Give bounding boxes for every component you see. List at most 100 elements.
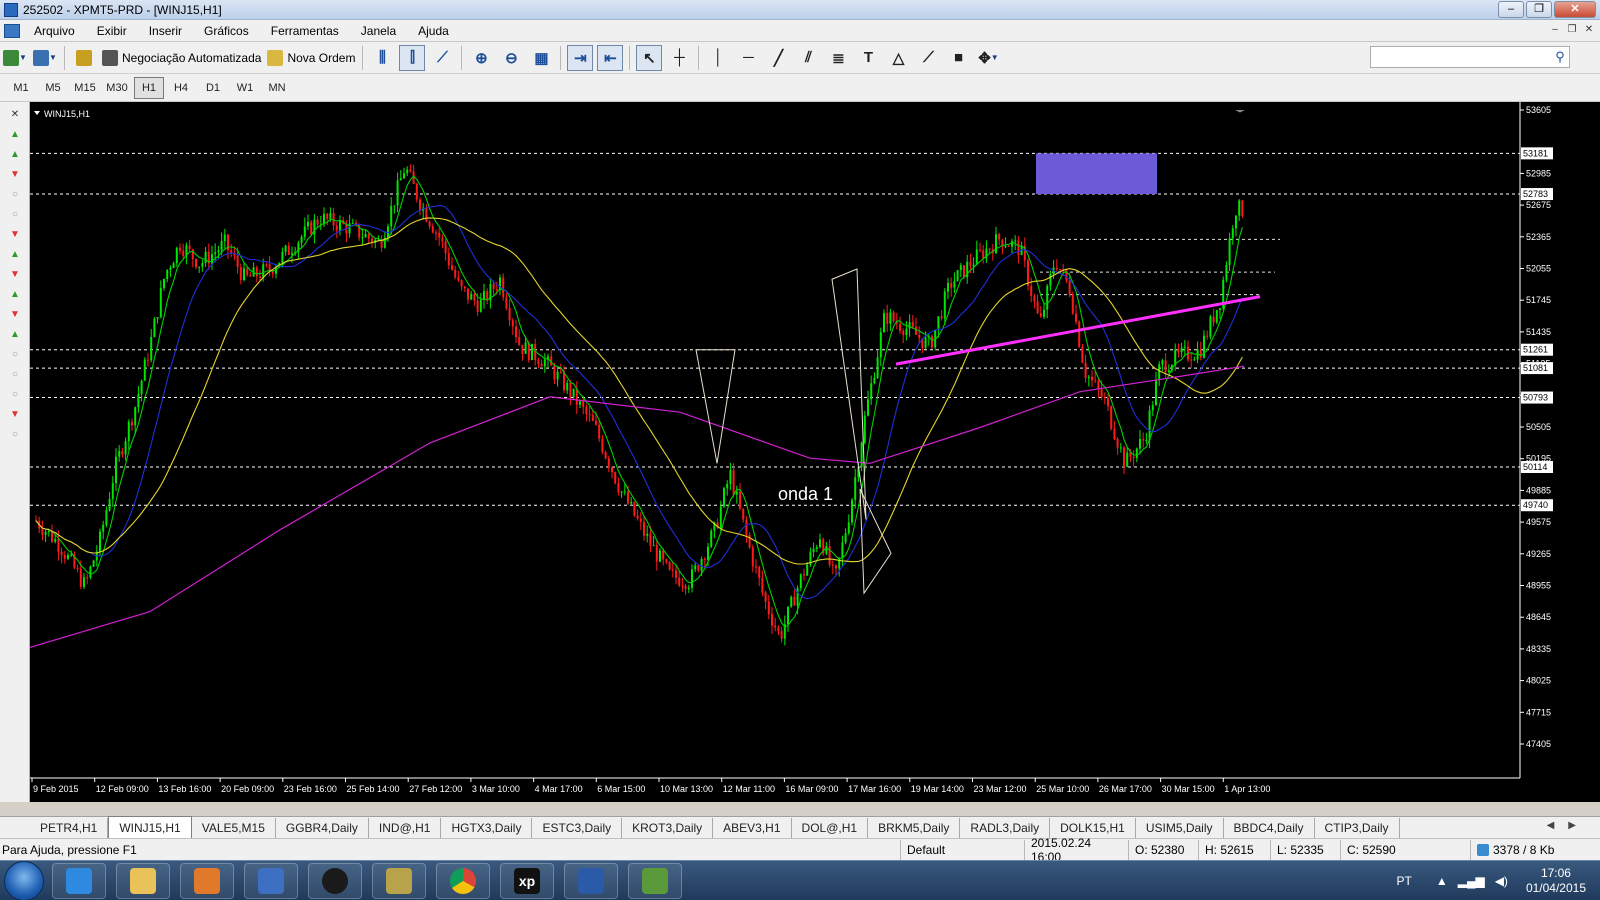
tab-krot3-daily[interactable]: KROT3,Daily	[622, 818, 714, 838]
clock[interactable]: 17:06 01/04/2015	[1526, 866, 1586, 896]
profiles-button[interactable]: ▼	[32, 45, 58, 71]
down-arrow-icon[interactable]: ▼	[8, 228, 22, 242]
restore-icon[interactable]: ❐	[1526, 1, 1552, 18]
network-icon[interactable]: ▂▄▆	[1458, 874, 1485, 888]
minimize-icon[interactable]: –	[1498, 1, 1524, 18]
mdi-close-icon[interactable]: ✕	[1582, 23, 1596, 37]
candle-chart-button[interactable]: ⫿	[399, 44, 426, 71]
price-chart[interactable]: onda 1 WINJ15,H1 53605 52985 52675 52365 520…	[30, 102, 1600, 802]
chart-document-icon[interactable]	[4, 23, 20, 38]
search-icon[interactable]: ⚲	[1551, 49, 1569, 65]
menu-exibir[interactable]: Exibir	[87, 24, 139, 38]
down-arrow-icon[interactable]: ▼	[8, 268, 22, 282]
target-zone-rectangle[interactable]	[1036, 153, 1157, 195]
down-arrow-icon[interactable]: ▼	[8, 308, 22, 322]
onda-annotation[interactable]: onda 1	[778, 484, 833, 504]
menu-graficos[interactable]: Gráficos	[194, 24, 261, 38]
tab-vale5-m15[interactable]: VALE5,M15	[192, 818, 276, 838]
timeframe-mn[interactable]: MN	[262, 77, 292, 99]
close-panel-icon[interactable]: ✕	[8, 108, 22, 122]
chart-shift-button[interactable]: ⇤	[597, 44, 624, 71]
zoom-in-button[interactable]: ⊕	[468, 45, 494, 71]
taskbar-word[interactable]	[564, 862, 618, 899]
taskbar-outlook[interactable]	[244, 862, 298, 899]
tab-scroll-arrows[interactable]: ◀▶	[1547, 820, 1590, 831]
cursor-button[interactable]: ↖	[636, 44, 663, 71]
tab-hgtx3-daily[interactable]: HGTX3,Daily	[441, 818, 533, 838]
search-input[interactable]	[1371, 48, 1551, 66]
taskbar-metatrader[interactable]	[628, 862, 682, 899]
neutral-dot-icon[interactable]: ○	[8, 208, 22, 222]
timeframe-m5[interactable]: M5	[38, 77, 68, 99]
fibo-fan-button[interactable]: ⟋	[915, 45, 941, 71]
tab-winj15-h1[interactable]: WINJ15,H1	[108, 816, 192, 838]
neutral-dot-icon[interactable]: ○	[8, 188, 22, 202]
menu-arquivo[interactable]: Arquivo	[24, 24, 87, 38]
zoom-out-button[interactable]: ⊖	[498, 45, 524, 71]
neutral-dot-icon[interactable]: ○	[8, 348, 22, 362]
menu-ajuda[interactable]: Ajuda	[408, 24, 461, 38]
rectangle-button[interactable]: ■	[945, 45, 971, 71]
new-order-button[interactable]: Nova Ordem	[266, 45, 356, 71]
menu-ferramentas[interactable]: Ferramentas	[261, 24, 351, 38]
timeframe-m1[interactable]: M1	[6, 77, 36, 99]
neutral-dot-icon[interactable]: ○	[8, 368, 22, 382]
vertical-line-button[interactable]: │	[705, 45, 731, 71]
timeframe-m30[interactable]: M30	[102, 77, 132, 99]
taskbar-xp[interactable]: xp	[500, 862, 554, 899]
taskbar-media-player[interactable]	[180, 862, 234, 899]
fibonacci-button[interactable]: ≣	[825, 45, 851, 71]
up-arrow-icon[interactable]: ▲	[8, 148, 22, 162]
market-watch-button[interactable]	[71, 45, 97, 71]
crosshair-button[interactable]: ┼	[666, 45, 692, 71]
mdi-minimize-icon[interactable]: –	[1548, 23, 1562, 37]
timeframe-d1[interactable]: D1	[198, 77, 228, 99]
timeframe-h4[interactable]: H4	[166, 77, 196, 99]
up-arrow-icon[interactable]: ▲	[8, 128, 22, 142]
language-indicator[interactable]: PT	[1397, 874, 1412, 888]
tray-expand-icon[interactable]: ▲	[1436, 874, 1448, 888]
auto-trading-button[interactable]: Negociação Automatizada	[101, 45, 262, 71]
tab-petr4-h1[interactable]: PETR4,H1	[30, 818, 109, 838]
channel-button[interactable]: ⫽	[795, 45, 821, 71]
auto-scroll-button[interactable]: ⇥	[567, 44, 594, 71]
timeframe-m15[interactable]: M15	[70, 77, 100, 99]
start-button[interactable]	[4, 860, 44, 900]
tab-estc3-daily[interactable]: ESTC3,Daily	[532, 818, 623, 838]
timeframe-w1[interactable]: W1	[230, 77, 260, 99]
taskbar-internet-explorer[interactable]	[52, 862, 106, 899]
chart-menu-icon[interactable]	[34, 111, 40, 115]
taskbar-archive[interactable]	[372, 862, 426, 899]
timeframe-h1[interactable]: H1	[134, 76, 164, 99]
neutral-dot-icon[interactable]: ○	[8, 388, 22, 402]
up-arrow-icon[interactable]: ▲	[8, 328, 22, 342]
tab-ggbr4-daily[interactable]: GGBR4,Daily	[276, 818, 369, 838]
triangle-button[interactable]: △	[885, 45, 911, 71]
tab-ind-h1[interactable]: IND@,H1	[369, 818, 442, 838]
tile-windows-button[interactable]: ▦	[528, 45, 554, 71]
line-chart-button[interactable]: ⟋	[429, 45, 455, 71]
shapes-dropdown-button[interactable]: ✥ ▼	[975, 45, 1001, 71]
tab-brkm5-daily[interactable]: BRKM5,Daily	[868, 818, 961, 838]
bar-chart-button[interactable]: ⫼	[369, 45, 395, 71]
menu-janela[interactable]: Janela	[351, 24, 408, 38]
down-arrow-icon[interactable]: ▼	[8, 408, 22, 422]
taskbar-hp[interactable]	[308, 862, 362, 899]
text-button[interactable]: T	[855, 45, 881, 71]
new-chart-button[interactable]: ▼	[2, 45, 28, 71]
mdi-restore-icon[interactable]: ❐	[1565, 23, 1579, 37]
menu-inserir[interactable]: Inserir	[139, 24, 194, 38]
horizontal-line-button[interactable]: ─	[735, 45, 761, 71]
chart-canvas[interactable]: onda 1 WINJ15,H1 53605 52985 52675 52365 520…	[30, 102, 1600, 802]
tab-usim5-daily[interactable]: USIM5,Daily	[1136, 818, 1224, 838]
trendline-button[interactable]: ╱	[765, 45, 791, 71]
taskbar-folder[interactable]	[116, 862, 170, 899]
close-icon[interactable]: ✕	[1554, 1, 1596, 18]
volume-icon[interactable]: ◀)	[1495, 874, 1508, 888]
tab-ctip3-daily[interactable]: CTIP3,Daily	[1315, 818, 1400, 838]
up-arrow-icon[interactable]: ▲	[8, 248, 22, 262]
neutral-dot-icon[interactable]: ○	[8, 428, 22, 442]
taskbar-chrome[interactable]	[436, 862, 490, 899]
up-arrow-icon[interactable]: ▲	[8, 288, 22, 302]
tab-bbdc4-daily[interactable]: BBDC4,Daily	[1224, 818, 1315, 838]
